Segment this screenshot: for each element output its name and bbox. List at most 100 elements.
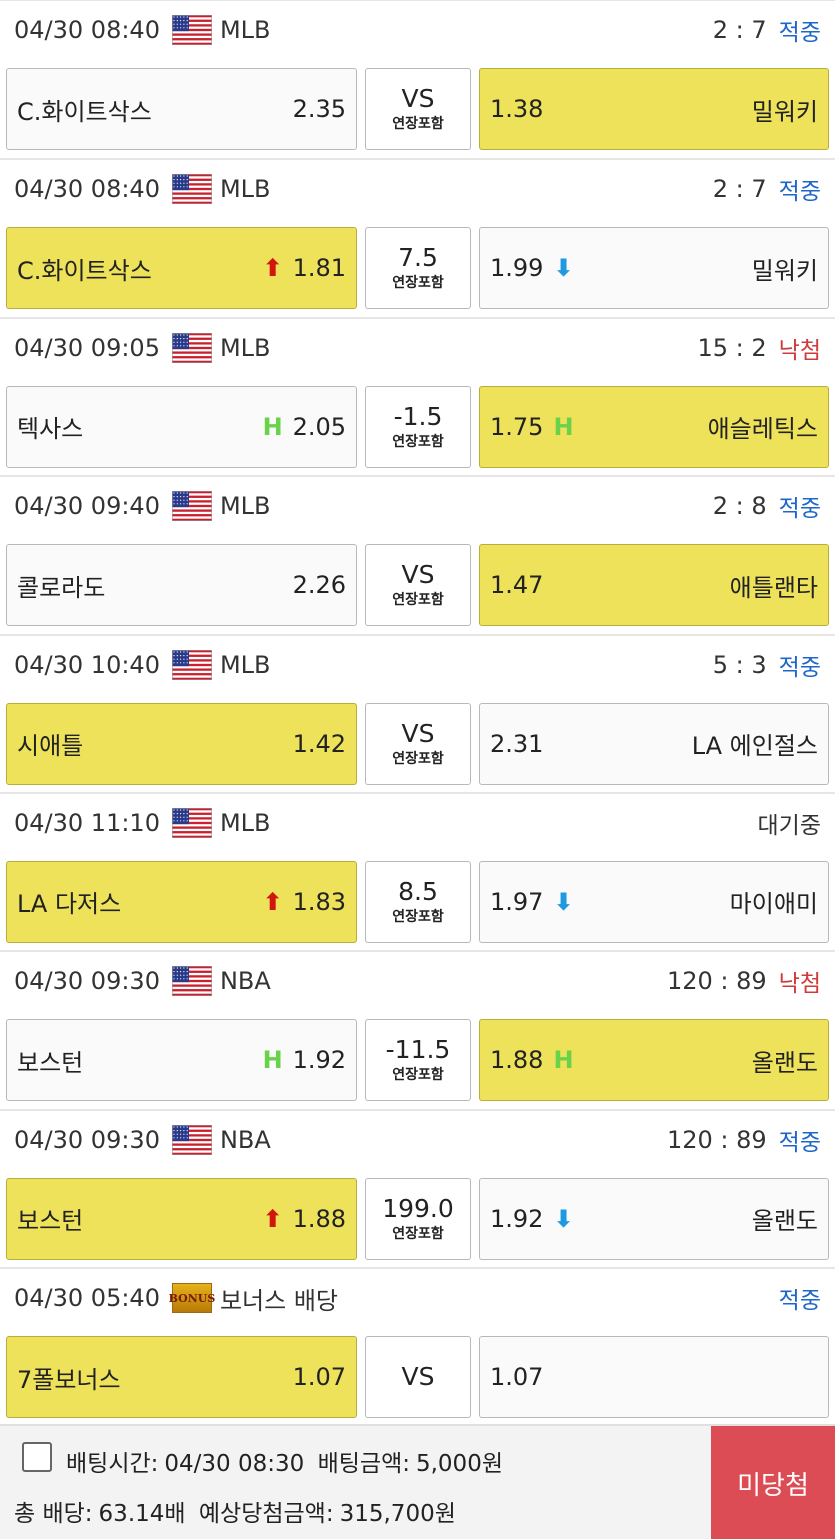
- handicap-h-icon: H: [262, 1046, 283, 1075]
- draw-line-button[interactable]: 8.5 연장포함: [365, 860, 471, 943]
- match-datetime: 04/30 05:40: [14, 1284, 160, 1313]
- home-team-name: C.화이트삭스: [17, 256, 152, 285]
- result-status: 낙첨: [778, 337, 821, 364]
- home-odds-button[interactable]: C.화이트삭스 ⬆ 1.81: [6, 227, 357, 310]
- line-value: VS: [401, 84, 435, 113]
- home-odds-button[interactable]: LA 다저스 ⬆ 1.83: [6, 860, 357, 943]
- home-odds: 1.42: [292, 729, 346, 758]
- overtime-included-label: 연장포함: [392, 1225, 444, 1242]
- league-name: MLB: [219, 492, 271, 521]
- odds-row: LA 다저스 ⬆ 1.83 8.5 연장포함 1.97 ⬇ 마이애미: [6, 860, 829, 943]
- down-arrow-icon: ⬇: [553, 887, 574, 916]
- home-odds-button[interactable]: 7폴보너스 1.07: [6, 1336, 357, 1419]
- home-odds: 2.05: [292, 412, 346, 441]
- result-status-button[interactable]: 미당첨: [711, 1426, 835, 1539]
- bet-row: 04/30 11:10 MLB 대기중 LA 다저스 ⬆ 1.83 8.5 연장포함 1.97 ⬇…: [0, 791, 835, 950]
- line-value: VS: [401, 718, 435, 748]
- overtime-included-label: 연장포함: [392, 433, 444, 450]
- home-odds-button[interactable]: 보스턴 ⬆ 1.88: [6, 1177, 357, 1260]
- bet-list: 04/30 08:40 MLB 2 : 7 적중 C.화이트삭스 2.35 VS 연장포함 1.…: [0, 0, 835, 1426]
- draw-line-button[interactable]: 199.0 연장포함: [365, 1177, 471, 1260]
- bet-header: 04/30 09:30 NBA 120 : 89 적중: [14, 1123, 821, 1157]
- draw-line-button[interactable]: -11.5 연장포함: [365, 1019, 471, 1102]
- home-team-name: 시애틀: [17, 732, 84, 761]
- away-odds-button[interactable]: 1.47 애틀랜타: [479, 544, 829, 627]
- draw-line-button[interactable]: VS 연장포함: [365, 68, 471, 150]
- odds-row: 콜로라도 2.26 VS 연장포함 1.47 애틀랜타: [6, 544, 829, 627]
- result-status: 적중: [778, 496, 821, 523]
- away-odds-button[interactable]: 1.97 ⬇ 마이애미: [479, 860, 829, 943]
- away-team-name: 밀워키: [751, 97, 818, 126]
- draw-line-button[interactable]: VS: [365, 1336, 471, 1419]
- bet-header: 04/30 10:40 MLB 5 : 3 적중: [14, 648, 821, 682]
- handicap-h-icon: H: [553, 412, 574, 441]
- home-team-name: LA 다저스: [17, 890, 122, 919]
- us-flag-icon: [171, 649, 212, 680]
- up-arrow-icon: ⬆: [262, 887, 283, 916]
- bet-header: 04/30 05:40 BONUS 보너스 배당 적중: [14, 1281, 821, 1315]
- overtime-included-label: 연장포함: [392, 116, 444, 132]
- home-odds: 2.35: [292, 95, 346, 123]
- home-odds-button[interactable]: 콜로라도 2.26: [6, 544, 357, 627]
- home-odds: 1.88: [292, 1204, 346, 1233]
- match-datetime: 04/30 09:40: [14, 492, 160, 521]
- away-odds-button[interactable]: 1.75 H 애슬레틱스: [479, 385, 829, 468]
- home-odds: 1.81: [292, 254, 346, 283]
- away-team-name: 올랜도: [751, 1207, 818, 1236]
- away-odds-button[interactable]: 1.38 밀워키: [479, 68, 829, 150]
- away-odds-button[interactable]: 1.92 ⬇ 올랜도: [479, 1177, 829, 1260]
- bet-amount-label: 배팅금액:: [317, 1451, 410, 1477]
- away-odds: 1.92: [490, 1204, 544, 1233]
- match-datetime: 04/30 09:30: [14, 1125, 160, 1154]
- handicap-h-icon: H: [553, 1046, 574, 1075]
- away-team-name: LA 에인절스: [691, 732, 818, 761]
- result-status: 적중: [778, 20, 821, 46]
- away-odds-button[interactable]: 1.88 H 올랜도: [479, 1019, 829, 1102]
- league-name: MLB: [219, 333, 271, 362]
- home-odds-button[interactable]: 시애틀 1.42: [6, 702, 357, 785]
- payout-line: 총 배당: 63.14배 예상당첨금액: 315,700원: [14, 1494, 462, 1528]
- home-odds-button[interactable]: 보스턴 H 1.92: [6, 1019, 357, 1102]
- away-odds-button[interactable]: 1.07: [479, 1336, 829, 1419]
- league-name: MLB: [219, 650, 271, 679]
- away-team-name: 마이애미: [729, 890, 818, 919]
- bet-time-value: 04/30 08:30: [164, 1451, 305, 1477]
- us-flag-icon: [171, 15, 212, 45]
- home-team-name: 7폴보너스: [17, 1365, 121, 1394]
- home-odds-button[interactable]: 텍사스 H 2.05: [6, 385, 357, 468]
- away-team-name: 올랜도: [751, 1048, 818, 1077]
- home-odds: 1.07: [292, 1363, 346, 1392]
- odds-row: 텍사스 H 2.05 -1.5 연장포함 1.75 H 애슬레틱스: [6, 385, 829, 468]
- line-value: -1.5: [393, 401, 443, 431]
- bet-header: 04/30 09:30 NBA 120 : 89 낙첨: [14, 964, 821, 998]
- home-team-name: 보스턴: [17, 1048, 84, 1077]
- overtime-included-label: 연장포함: [392, 908, 444, 925]
- draw-line-button[interactable]: VS 연장포함: [365, 702, 471, 785]
- bet-header: 04/30 09:40 MLB 2 : 8 적중: [14, 489, 821, 523]
- away-odds-button[interactable]: 1.99 ⬇ 밀워키: [479, 227, 829, 310]
- bet-time-line: 배팅시간: 04/30 08:30 배팅금액: 5,000원: [66, 1444, 509, 1478]
- bet-row: 04/30 09:40 MLB 2 : 8 적중콜로라도 2.26 VS 연장포함 1.47 애…: [0, 475, 835, 633]
- away-team-name: 애틀랜타: [729, 573, 818, 602]
- bet-row: 04/30 10:40 MLB 5 : 3 적중시애틀 1.42 VS 연장포함 2.31 LA…: [0, 633, 835, 792]
- league-name: MLB: [219, 175, 271, 204]
- odds-row: C.화이트삭스 2.35 VS 연장포함 1.38 밀워키: [6, 68, 829, 150]
- bet-header: 04/30 09:05 MLB 15 : 2 낙첨: [14, 331, 821, 365]
- home-odds-button[interactable]: C.화이트삭스 2.35: [6, 68, 357, 150]
- away-odds-button[interactable]: 2.31 LA 에인절스: [479, 702, 829, 785]
- line-value: VS: [401, 560, 435, 590]
- handicap-h-icon: H: [262, 412, 283, 441]
- select-checkbox[interactable]: [22, 1442, 52, 1472]
- bet-amount-value: 5,000원: [415, 1451, 503, 1477]
- match-score: 2 : 8: [712, 492, 767, 521]
- draw-line-button[interactable]: 7.5 연장포함: [365, 227, 471, 310]
- us-flag-icon: [171, 332, 212, 363]
- overtime-included-label: 연장포함: [392, 1067, 444, 1084]
- league-name: 보너스 배당: [219, 1286, 338, 1315]
- overtime-included-label: 연장포함: [392, 592, 444, 609]
- draw-line-button[interactable]: -1.5 연장포함: [365, 385, 471, 468]
- draw-line-button[interactable]: VS 연장포함: [365, 544, 471, 627]
- us-flag-icon: [171, 1124, 212, 1155]
- bet-row: 04/30 09:05 MLB 15 : 2 낙첨 텍사스 H 2.05 -1.5 연장포함 1.…: [0, 316, 835, 475]
- match-datetime: 04/30 09:30: [14, 967, 160, 996]
